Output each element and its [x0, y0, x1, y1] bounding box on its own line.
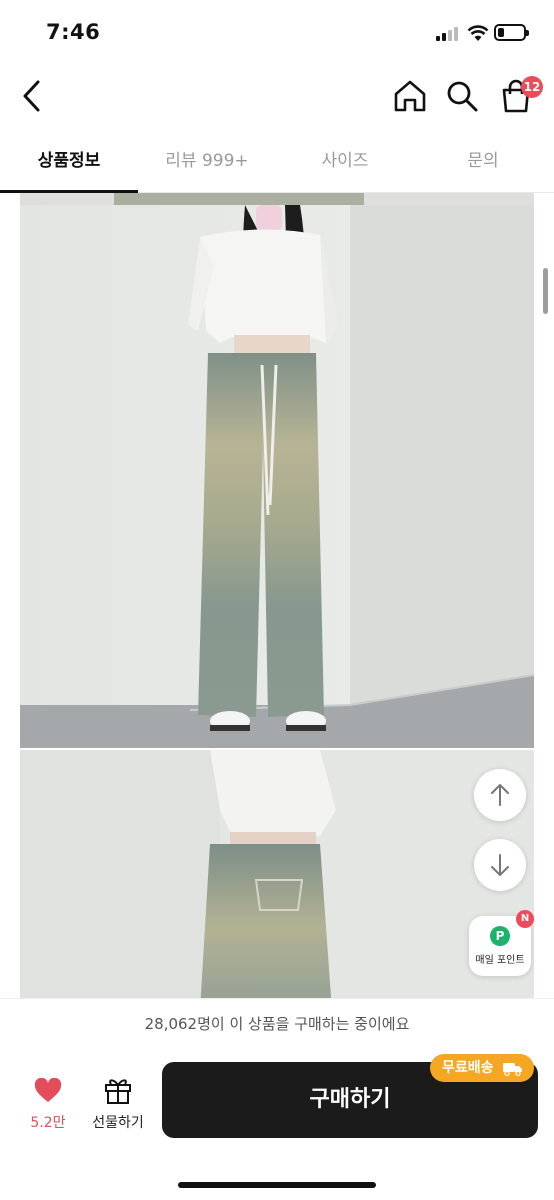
arrow-up-icon [491, 784, 509, 806]
scroll-up-button[interactable] [474, 769, 526, 821]
arrow-down-icon [491, 854, 509, 876]
gift-button[interactable]: 선물하기 [86, 1076, 150, 1132]
scroll-indicator [543, 268, 548, 314]
heart-icon [34, 1077, 62, 1102]
points-p-icon: P [490, 926, 510, 946]
cellular-signal-icon [436, 27, 462, 41]
wifi-icon [467, 25, 489, 41]
new-badge: N [516, 910, 534, 928]
back-chevron-icon[interactable] [16, 76, 52, 116]
buying-now-notice: 28,062명이 이 상품을 구매하는 중이에요 [0, 998, 554, 1049]
scroll-down-button[interactable] [474, 839, 526, 891]
free-shipping-label: 무료배송 [442, 1060, 494, 1076]
search-icon[interactable] [444, 78, 480, 114]
gift-icon [105, 1079, 131, 1104]
tab-size[interactable]: 사이즈 [276, 132, 414, 192]
top-navigation: 12 [0, 62, 554, 132]
previous-image-edge [20, 193, 534, 205]
bottom-action-bar: 5.2만 선물하기 구매하기 무료배송 [0, 1048, 554, 1200]
tab-inquiry[interactable]: 문의 [414, 132, 552, 192]
gift-label: 선물하기 [92, 1115, 144, 1131]
cart-count-badge: 12 [521, 76, 543, 98]
product-detail-content [0, 193, 554, 998]
product-tabs: 상품정보 리뷰 999+ 사이즈 문의 [0, 132, 554, 193]
product-photo-front [20, 205, 534, 748]
status-bar: 7:46 [0, 0, 554, 62]
delivery-truck-icon [503, 1063, 523, 1077]
tab-reviews[interactable]: 리뷰 999+ [138, 132, 276, 192]
like-count: 5.2만 [30, 1115, 66, 1131]
home-icon[interactable] [392, 78, 428, 114]
daily-points-label: 매일 포인트 [475, 955, 525, 966]
status-time: 7:46 [46, 20, 101, 44]
like-button[interactable]: 5.2만 [20, 1077, 76, 1132]
home-indicator [178, 1182, 376, 1188]
battery-icon [494, 24, 529, 41]
free-shipping-badge: 무료배송 [430, 1054, 535, 1082]
product-photo-back [20, 750, 534, 998]
tab-product-info[interactable]: 상품정보 [0, 132, 138, 193]
